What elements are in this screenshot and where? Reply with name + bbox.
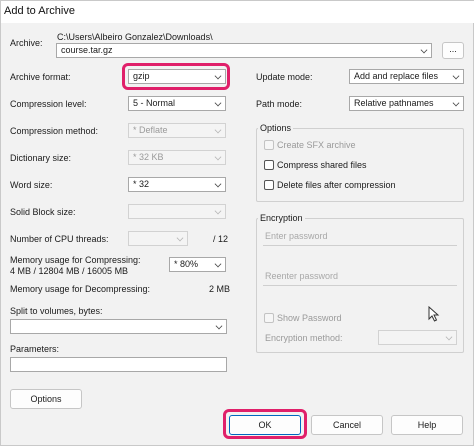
archive-path: C:\Users\Albeiro Gonzalez\Downloads\	[57, 32, 213, 42]
memory-decompress-label: Memory usage for Decompressing:	[10, 284, 151, 294]
chevron-down-icon[interactable]	[214, 180, 222, 188]
compress-shared-label: Compress shared files	[277, 160, 367, 170]
compression-level-label: Compression level:	[10, 99, 87, 109]
update-mode-value: Add and replace files	[354, 71, 439, 81]
memory-compress-select[interactable]: * 80%	[169, 257, 226, 272]
ok-button-highlight	[223, 409, 307, 439]
chevron-down-icon[interactable]	[452, 99, 460, 107]
compression-level-value: 5 - Normal	[133, 98, 176, 108]
show-password-checkbox[interactable]	[264, 313, 274, 323]
chevron-down-icon[interactable]	[214, 260, 222, 268]
memory-compress-label: Memory usage for Compressing:	[10, 255, 141, 265]
delete-after-label: Delete files after compression	[277, 180, 396, 190]
options-group-title: Options	[258, 123, 294, 134]
enter-password-input[interactable]: Enter password	[265, 231, 328, 241]
compression-method-select[interactable]: * Deflate	[128, 123, 226, 138]
solid-block-size-select[interactable]	[128, 204, 226, 219]
dictionary-size-label: Dictionary size:	[10, 153, 72, 163]
encryption-group-title: Encryption	[258, 213, 305, 224]
chevron-down-icon	[214, 153, 222, 161]
path-mode-value: Relative pathnames	[354, 98, 434, 108]
chevron-down-icon	[445, 333, 453, 341]
path-mode-select[interactable]: Relative pathnames	[349, 96, 464, 111]
add-to-archive-dialog: Add to Archive Archive: C:\Users\Albeiro…	[0, 0, 474, 446]
help-button[interactable]: Help	[391, 415, 463, 435]
archive-label: Archive:	[10, 38, 43, 48]
delete-after-checkbox[interactable]	[264, 180, 274, 190]
solid-block-size-label: Solid Block size:	[10, 207, 76, 217]
show-password-label: Show Password	[277, 313, 342, 323]
create-sfx-label: Create SFX archive	[277, 140, 356, 150]
word-size-select[interactable]: * 32	[128, 177, 226, 192]
parameters-label: Parameters:	[10, 344, 60, 354]
title-bar: Add to Archive	[1, 1, 474, 23]
parameters-input[interactable]	[10, 357, 227, 372]
word-size-value: * 32	[133, 179, 150, 189]
cpu-threads-label: Number of CPU threads:	[10, 234, 109, 244]
archive-name-value: course.tar.gz	[61, 45, 113, 55]
options-button[interactable]: Options	[10, 389, 82, 409]
enter-password-underline	[263, 245, 457, 246]
compression-method-value: * Deflate	[133, 125, 168, 135]
update-mode-select[interactable]: Add and replace files	[349, 69, 464, 84]
memory-decompress-value: 2 MB	[209, 284, 231, 294]
archive-name-input[interactable]: course.tar.gz	[56, 43, 432, 58]
compression-level-select[interactable]: 5 - Normal	[128, 96, 226, 111]
archive-format-label: Archive format:	[10, 72, 71, 82]
browse-button[interactable]: ...	[442, 42, 464, 59]
archive-format-highlight	[122, 63, 230, 90]
split-volumes-select[interactable]	[10, 319, 227, 334]
chevron-down-icon	[214, 207, 222, 215]
memory-compress-detail: 4 MB / 12804 MB / 16005 MB	[10, 266, 129, 276]
path-mode-label: Path mode:	[256, 99, 303, 109]
dictionary-size-select[interactable]: * 32 KB	[128, 150, 226, 165]
chevron-down-icon[interactable]	[215, 322, 223, 330]
encryption-method-select[interactable]	[378, 330, 457, 345]
cpu-threads-select[interactable]	[128, 231, 188, 246]
compression-method-label: Compression method:	[10, 126, 99, 136]
chevron-down-icon[interactable]	[214, 99, 222, 107]
chevron-down-icon	[214, 126, 222, 134]
split-volumes-label: Split to volumes, bytes:	[10, 306, 103, 316]
reenter-password-underline	[263, 285, 457, 286]
cpu-threads-total: / 12	[213, 234, 229, 244]
mouse-cursor-icon	[428, 306, 440, 322]
window-title: Add to Archive	[4, 5, 75, 17]
memory-compress-value: * 80%	[174, 259, 199, 269]
chevron-down-icon	[176, 234, 184, 242]
create-sfx-checkbox[interactable]	[264, 140, 274, 150]
encryption-method-label: Encryption method:	[265, 333, 343, 343]
cancel-button[interactable]: Cancel	[311, 415, 383, 435]
compress-shared-checkbox[interactable]	[264, 160, 274, 170]
chevron-down-icon[interactable]	[420, 46, 428, 54]
word-size-label: Word size:	[10, 180, 53, 190]
update-mode-label: Update mode:	[256, 72, 313, 82]
reenter-password-input[interactable]: Reenter password	[265, 271, 338, 281]
chevron-down-icon[interactable]	[452, 72, 460, 80]
dictionary-size-value: * 32 KB	[133, 152, 164, 162]
